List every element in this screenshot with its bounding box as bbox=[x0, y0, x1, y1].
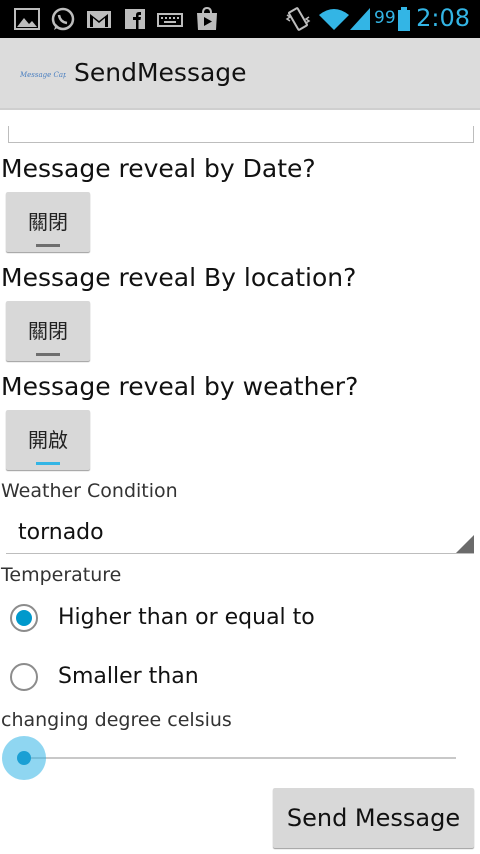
action-bar: Message Capsule SendMessage bbox=[0, 38, 480, 110]
reveal-date-toggle[interactable]: 關閉 bbox=[6, 192, 90, 252]
weather-condition-label: Weather Condition bbox=[1, 480, 178, 502]
message-input[interactable] bbox=[8, 126, 474, 143]
weather-condition-spinner[interactable]: tornado bbox=[6, 510, 474, 554]
radio-smaller-label[interactable]: Smaller than bbox=[58, 664, 199, 689]
vibrate-icon bbox=[285, 7, 311, 31]
wifi-icon bbox=[319, 9, 349, 30]
reveal-location-toggle-label: 關閉 bbox=[28, 319, 68, 343]
svg-text:Message Capsule: Message Capsule bbox=[20, 71, 66, 79]
reveal-date-label: Message reveal by Date? bbox=[1, 154, 316, 183]
reveal-location-toggle[interactable]: 關閉 bbox=[6, 301, 90, 361]
status-bar: 99 2:08 bbox=[0, 0, 480, 38]
toggle-indicator bbox=[36, 462, 60, 465]
temperature-label: Temperature bbox=[1, 564, 122, 586]
reveal-weather-label: Message reveal by weather? bbox=[1, 372, 359, 401]
toggle-indicator bbox=[36, 244, 60, 247]
weather-condition-value: tornado bbox=[18, 520, 104, 545]
facebook-icon bbox=[125, 9, 145, 29]
gallery-icon bbox=[14, 8, 40, 30]
keyboard-icon bbox=[157, 13, 183, 27]
radio-higher-equal-label[interactable]: Higher than or equal to bbox=[58, 605, 315, 630]
toggle-indicator bbox=[36, 353, 60, 356]
degree-label: changing degree celsius bbox=[1, 709, 232, 731]
degree-slider-track[interactable] bbox=[24, 757, 456, 759]
battery-level: 99 bbox=[374, 8, 396, 28]
app-logo[interactable]: Message Capsule bbox=[20, 68, 66, 80]
reveal-weather-toggle[interactable]: 開啟 bbox=[6, 410, 90, 470]
battery-icon bbox=[398, 7, 410, 31]
play-store-icon bbox=[197, 6, 217, 30]
reveal-weather-toggle-label: 開啟 bbox=[28, 428, 68, 452]
radio-smaller[interactable] bbox=[10, 663, 38, 691]
send-message-button[interactable]: Send Message bbox=[273, 788, 474, 848]
status-clock: 2:08 bbox=[416, 4, 470, 32]
page-title: SendMessage bbox=[74, 58, 247, 87]
reveal-location-label: Message reveal By location? bbox=[1, 263, 357, 292]
dropdown-arrow-icon bbox=[456, 535, 474, 553]
degree-slider-thumb[interactable] bbox=[17, 751, 31, 765]
signal-icon bbox=[350, 8, 370, 30]
whatsapp-icon bbox=[51, 7, 75, 31]
gmail-icon bbox=[87, 11, 111, 28]
reveal-date-toggle-label: 關閉 bbox=[28, 210, 68, 234]
radio-higher-equal[interactable] bbox=[10, 604, 38, 632]
